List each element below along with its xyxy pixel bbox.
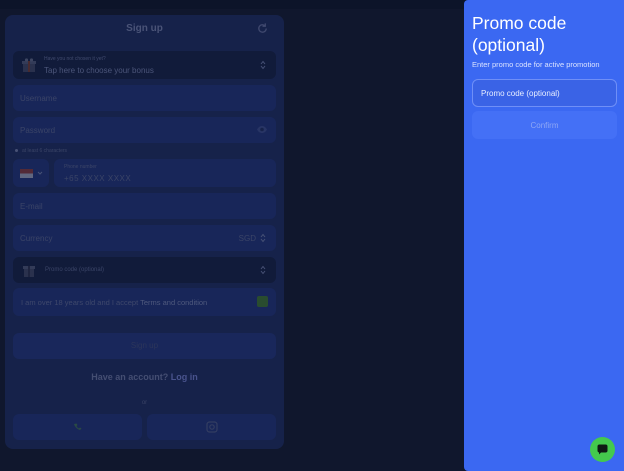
chat-icon: [597, 444, 608, 455]
chat-button[interactable]: [590, 437, 615, 462]
panel-title: Promo code (optional): [472, 13, 567, 55]
confirm-button[interactable]: Confirm: [472, 111, 617, 139]
promo-code-panel: Promo code (optional) Enter promo code f…: [464, 0, 624, 471]
panel-subtitle: Enter promo code for active promotion: [472, 60, 600, 69]
promo-code-input[interactable]: [472, 79, 617, 107]
